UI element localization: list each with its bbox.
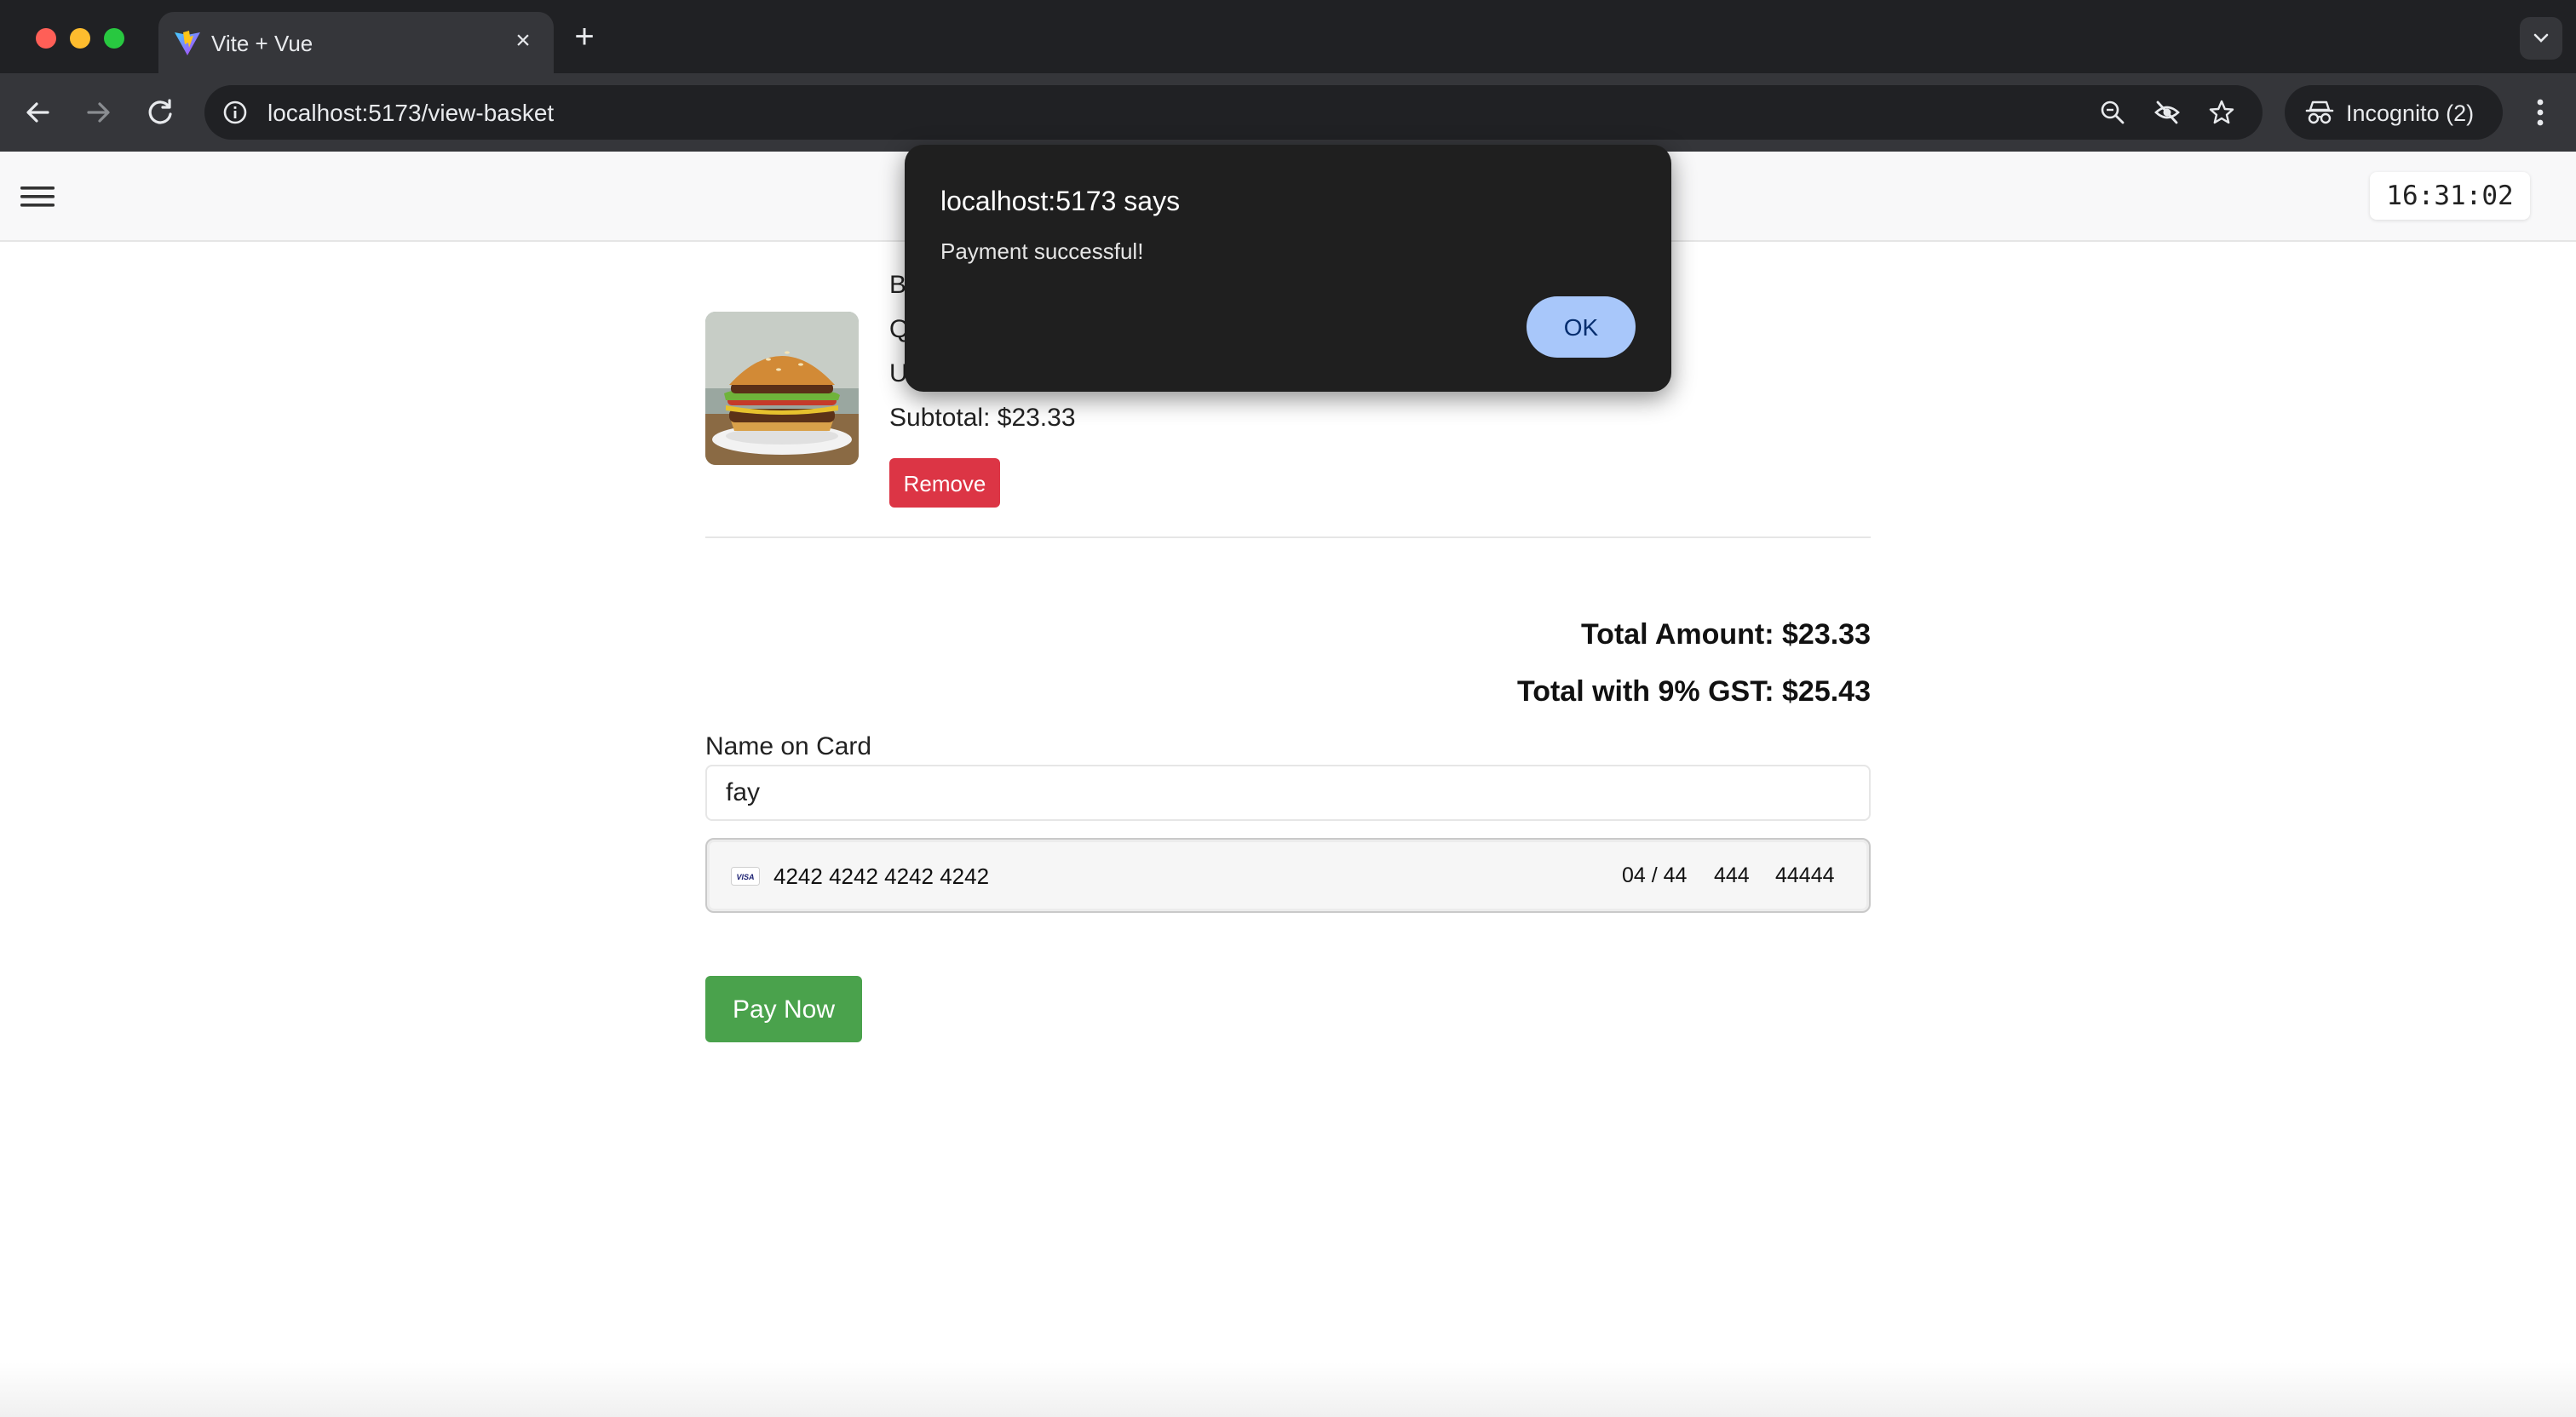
total-with-gst: Total with 9% GST: $25.43 bbox=[1516, 675, 1871, 708]
alert-dialog: localhost:5173 says Payment successful! … bbox=[905, 145, 1671, 392]
reload-icon[interactable] bbox=[141, 94, 179, 131]
back-arrow-icon[interactable] bbox=[19, 94, 56, 131]
page-bottom-shade bbox=[0, 1362, 2576, 1417]
star-icon[interactable] bbox=[2208, 99, 2235, 126]
ok-button[interactable]: OK bbox=[1527, 296, 1636, 358]
svg-text:VISA: VISA bbox=[736, 873, 754, 881]
card-zip-field[interactable]: 44444 bbox=[1775, 863, 1835, 888]
chevron-down-icon[interactable] bbox=[2520, 17, 2562, 60]
minimize-window-icon[interactable] bbox=[70, 28, 90, 49]
eye-off-icon[interactable] bbox=[2153, 99, 2181, 126]
dialog-message: Payment successful! bbox=[940, 238, 1144, 264]
dialog-title: localhost:5173 says bbox=[940, 186, 1181, 216]
card-cvc-field[interactable]: 444 bbox=[1714, 863, 1750, 888]
incognito-icon bbox=[2305, 100, 2334, 124]
vite-logo-icon bbox=[175, 31, 200, 55]
visa-icon: VISA bbox=[731, 867, 760, 886]
url-text[interactable]: localhost:5173/view-basket bbox=[267, 100, 554, 127]
incognito-indicator[interactable]: Incognito (2) bbox=[2285, 85, 2503, 140]
tab-title: Vite + Vue bbox=[211, 31, 313, 56]
card-expiry-field[interactable]: 04 / 44 bbox=[1622, 863, 1687, 888]
maximize-window-icon[interactable] bbox=[104, 28, 124, 49]
pay-now-button[interactable]: Pay Now bbox=[705, 976, 862, 1042]
name-on-card-label: Name on Card bbox=[705, 732, 872, 760]
incognito-label: Incognito (2) bbox=[2346, 100, 2475, 126]
name-on-card-input[interactable] bbox=[705, 765, 1871, 821]
plus-icon[interactable]: + bbox=[567, 20, 601, 54]
burger-image bbox=[705, 312, 859, 465]
browser-toolbar: localhost:5173/view-basket Incognito (2) bbox=[0, 73, 2576, 152]
forward-arrow-icon[interactable] bbox=[80, 94, 118, 131]
total-amount: Total Amount: $23.33 bbox=[1580, 618, 1871, 651]
address-bar[interactable]: localhost:5173/view-basket bbox=[204, 85, 2263, 140]
clock-display: 16:31:02 bbox=[2370, 172, 2530, 220]
kebab-menu-icon[interactable] bbox=[2523, 94, 2557, 131]
remove-button[interactable]: Remove bbox=[889, 458, 1000, 508]
browser-tab-strip: Vite + Vue × + bbox=[0, 0, 2576, 73]
card-input[interactable]: VISA 4242 4242 4242 4242 04 / 44 444 444… bbox=[705, 838, 1871, 913]
close-icon[interactable]: × bbox=[508, 26, 538, 56]
site-info-icon[interactable] bbox=[221, 99, 249, 126]
browser-tab[interactable]: Vite + Vue × bbox=[158, 12, 554, 73]
item-subtotal: Subtotal: $23.33 bbox=[889, 404, 1076, 432]
divider bbox=[705, 536, 1871, 538]
hamburger-icon[interactable] bbox=[19, 184, 56, 209]
close-window-icon[interactable] bbox=[36, 28, 56, 49]
zoom-icon[interactable] bbox=[2099, 99, 2126, 126]
item-name: B bbox=[889, 271, 907, 299]
card-number-field[interactable]: 4242 4242 4242 4242 bbox=[773, 863, 989, 890]
